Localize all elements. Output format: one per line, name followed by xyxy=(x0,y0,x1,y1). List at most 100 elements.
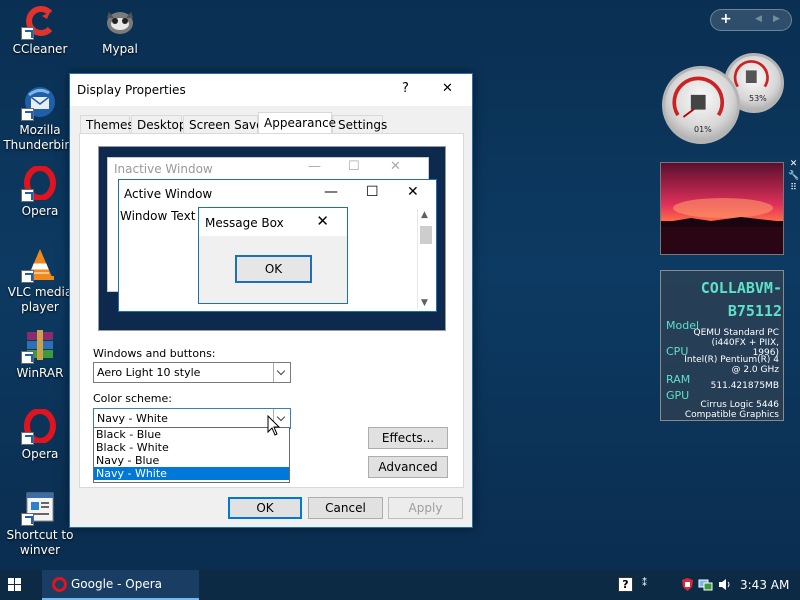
display-properties-dialog: Display Properties ? ✕ Themes Desktop Sc… xyxy=(69,73,473,528)
color-scheme-label: Color scheme: xyxy=(93,392,172,405)
vlc-icon xyxy=(21,247,57,283)
ram-value: 511.421875MB xyxy=(710,381,779,391)
sunset-image xyxy=(661,163,783,254)
color-scheme-dropdown: Black - Blue Black - White Navy - Blue N… xyxy=(93,427,290,483)
opera-icon xyxy=(21,166,57,202)
minimize-icon: — xyxy=(324,184,338,200)
desktop-icon-label: Opera xyxy=(21,447,59,461)
desktop-icon-label: Opera xyxy=(21,204,59,218)
wrench-icon[interactable]: 🔧 xyxy=(788,170,799,182)
cpu-value: Intel(R) Pentium(R) 4 @ 2.0 GHz xyxy=(684,355,779,375)
active-window-title: Active Window xyxy=(124,187,213,201)
desktop-icon-winver[interactable]: Shortcut to winver xyxy=(2,490,78,558)
opera-icon xyxy=(21,409,57,445)
dialog-title-bar[interactable]: Display Properties ? ✕ xyxy=(70,74,472,106)
cpu-gauge-value: 01% xyxy=(694,125,712,134)
appearance-preview: Inactive Window — ☐ ✕ Active Window — ☐ … xyxy=(98,146,446,331)
desktop-icon-label: CCleaner xyxy=(12,42,68,56)
slideshow-gadget[interactable] xyxy=(660,162,784,255)
mypal-icon xyxy=(103,4,137,38)
dialog-title: Display Properties xyxy=(77,83,186,97)
window-text-sample: Window Text xyxy=(120,209,196,223)
message-box-title-bar: Message Box ✕ xyxy=(199,208,347,236)
shield-tray-icon[interactable] xyxy=(680,577,695,592)
model-value: QEMU Standard PC (i440FX + PIIX, 1996) xyxy=(693,328,780,358)
desktop-icon-thunderbird[interactable]: Mozilla Thunderbird xyxy=(2,85,78,153)
desktop-icon-label: Mypal xyxy=(102,42,138,56)
inactive-window-title: Inactive Window xyxy=(114,162,213,176)
tab-appearance[interactable]: Appearance xyxy=(258,112,336,134)
drag-handle-icon[interactable]: ⠿ xyxy=(788,182,799,194)
add-gadget-icon[interactable]: + xyxy=(720,11,732,27)
color-scheme-select[interactable]: Navy - White xyxy=(93,408,291,429)
desktop-icon-opera-1[interactable]: Opera xyxy=(2,166,78,219)
windows-buttons-value: Aero Light 10 style xyxy=(97,366,201,379)
ok-button[interactable]: OK xyxy=(228,497,302,519)
message-box-title: Message Box xyxy=(205,216,284,230)
close-icon: ✕ xyxy=(407,184,419,200)
windows-buttons-label: Windows and buttons: xyxy=(93,347,216,360)
taskbar: Google - Opera ? ⁑ 3:43 AM xyxy=(0,570,800,600)
gadget-controls: ✕ 🔧 ⠿ xyxy=(788,158,799,198)
taskbar-item-opera[interactable]: Google - Opera xyxy=(42,570,199,600)
network-tray-icon[interactable] xyxy=(698,577,713,592)
desktop-icon-winrar[interactable]: WinRAR xyxy=(2,328,78,381)
clock[interactable]: 3:43 AM xyxy=(740,570,789,600)
start-button[interactable] xyxy=(0,570,30,600)
close-icon: ✕ xyxy=(316,212,329,230)
preview-message-box: Message Box ✕ OK xyxy=(198,207,348,304)
system-info-gadget: COLLABVM-B75112 Model QEMU Standard PC (… xyxy=(660,270,784,421)
gadget-toolbar: + ◀ ▶ xyxy=(710,9,792,31)
winver-icon xyxy=(21,490,57,526)
color-scheme-option[interactable]: Navy - Blue xyxy=(94,454,289,467)
windows-logo-icon xyxy=(8,578,21,591)
help-tray-icon[interactable]: ? xyxy=(618,577,633,592)
tab-settings[interactable]: Settings xyxy=(332,115,387,134)
color-scheme-value: Navy - White xyxy=(97,412,168,425)
cpu-gauge: 01% xyxy=(662,66,740,144)
close-icon: ✕ xyxy=(390,159,401,174)
cancel-button[interactable]: Cancel xyxy=(308,497,383,519)
advanced-button[interactable]: Advanced xyxy=(368,456,448,478)
help-button[interactable]: ? xyxy=(402,80,409,98)
apply-button[interactable]: Apply xyxy=(388,497,463,519)
minimize-icon: — xyxy=(308,159,321,174)
windows-buttons-select[interactable]: Aero Light 10 style xyxy=(93,362,291,383)
desktop-icon-ccleaner[interactable]: CCleaner xyxy=(2,4,78,57)
next-page-icon[interactable]: ▶ xyxy=(773,14,780,24)
scroll-up-icon: ▲ xyxy=(421,210,428,220)
ccleaner-icon xyxy=(21,4,57,40)
desktop-icon-label: Shortcut to winver xyxy=(6,528,74,557)
color-scheme-option-selected[interactable]: Navy - White xyxy=(94,467,289,480)
scroll-down-icon: ▼ xyxy=(421,298,428,308)
memory-gauge-value: 53% xyxy=(749,94,767,103)
scroll-thumb xyxy=(420,226,432,244)
maximize-icon: ☐ xyxy=(366,184,379,200)
chevron-down-icon[interactable] xyxy=(273,363,290,382)
desktop-icon-vlc[interactable]: VLC media player xyxy=(2,247,78,315)
previous-page-icon[interactable]: ◀ xyxy=(755,14,762,24)
thunderbird-icon xyxy=(21,85,57,121)
color-scheme-option[interactable]: Black - Blue xyxy=(94,428,289,441)
desktop-icon-label: Mozilla Thunderbird xyxy=(3,123,77,152)
maximize-icon: ☐ xyxy=(348,159,360,174)
hostname: COLLABVM-B75112 xyxy=(700,279,782,320)
desktop-icon-label: WinRAR xyxy=(16,366,64,380)
preview-scrollbar: ▲ ▼ xyxy=(417,209,433,309)
gpu-value: Cirrus Logic 5446 Compatible Graphics xyxy=(684,400,779,420)
close-gadget-icon[interactable]: ✕ xyxy=(788,158,799,170)
taskbar-item-label: Google - Opera xyxy=(71,577,163,591)
winrar-icon xyxy=(21,328,57,364)
message-box-ok-button: OK xyxy=(235,255,312,283)
tab-screen-saver[interactable]: Screen Saver xyxy=(183,115,268,134)
color-scheme-option[interactable]: Black - White xyxy=(94,441,289,454)
desktop-icon-opera-2[interactable]: Opera xyxy=(2,409,78,462)
effects-button[interactable]: Effects... xyxy=(368,427,448,449)
desktop-icon-mypal[interactable]: Mypal xyxy=(82,4,158,57)
notification-tray-icon[interactable]: ⁑ xyxy=(642,577,657,592)
close-button[interactable]: ✕ xyxy=(442,80,453,98)
volume-tray-icon[interactable] xyxy=(717,577,732,592)
tab-themes[interactable]: Themes xyxy=(80,115,134,134)
tab-desktop[interactable]: Desktop xyxy=(131,115,187,134)
desktop-icon-label: VLC media player xyxy=(7,285,73,314)
